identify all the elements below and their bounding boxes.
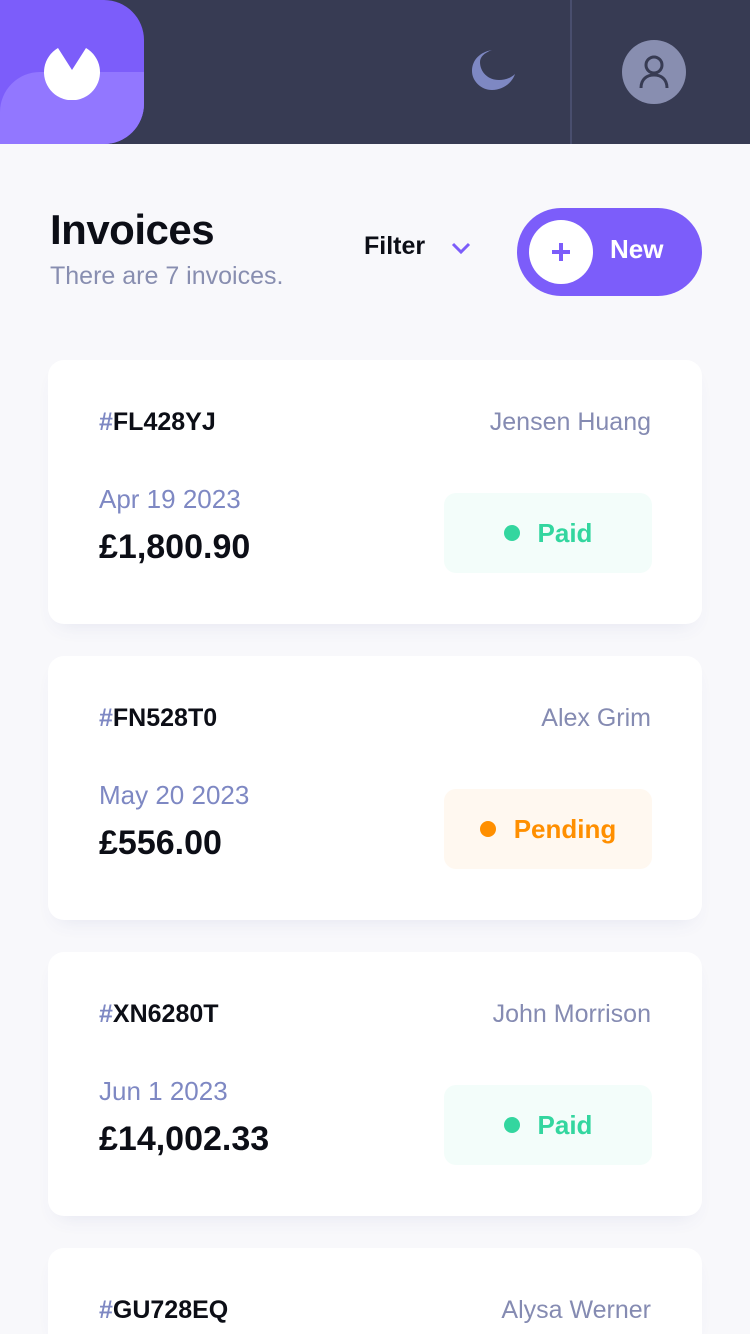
- moon-icon[interactable]: [472, 50, 516, 90]
- top-bar: [0, 0, 750, 144]
- header-divider: [570, 0, 572, 144]
- invoice-card[interactable]: #XN6280T John Morrison Jun 1 2023 £14,00…: [48, 952, 702, 1216]
- invoice-amount: £14,002.33: [99, 1120, 270, 1158]
- client-name: Jensen Huang: [489, 408, 651, 436]
- plus-circle: [529, 220, 593, 284]
- invoice-amount: £1,800.90: [99, 528, 251, 566]
- invoice-id: #FN528T0: [99, 704, 218, 732]
- invoice-id: #FL428YJ: [99, 408, 216, 436]
- logo[interactable]: [0, 0, 144, 144]
- client-name: Alysa Werner: [501, 1296, 651, 1324]
- avatar[interactable]: [622, 40, 686, 104]
- status-label: Pending: [513, 813, 617, 844]
- status-badge: Pending: [444, 789, 652, 869]
- new-invoice-button[interactable]: New: [517, 208, 702, 296]
- invoice-id: #XN6280T: [99, 1000, 219, 1028]
- filter-dropdown[interactable]: Filter: [364, 232, 471, 261]
- client-name: John Morrison: [492, 1000, 651, 1028]
- status-badge: Paid: [444, 1085, 652, 1165]
- invoice-id: #GU728EQ: [99, 1296, 229, 1324]
- invoice-card[interactable]: #FL428YJ Jensen Huang Apr 19 2023 £1,800…: [48, 360, 702, 624]
- status-label: Paid: [537, 1109, 593, 1140]
- page-title: Invoices: [50, 206, 215, 253]
- status-label: Paid: [537, 517, 593, 548]
- user-icon: [639, 55, 669, 89]
- chevron-down-icon: [452, 242, 471, 254]
- due-date: May 20 2023: [99, 780, 250, 810]
- filter-label: Filter: [364, 232, 426, 260]
- status-dot: [503, 1117, 520, 1133]
- due-date: Jun 1 2023: [99, 1076, 228, 1106]
- status-dot: [479, 821, 496, 837]
- invoice-card[interactable]: #GU728EQ Alysa Werner: [48, 1248, 702, 1334]
- client-name: Alex Grim: [541, 704, 651, 732]
- due-date: Apr 19 2023: [99, 484, 241, 514]
- plus-icon: [552, 243, 570, 261]
- status-badge: Paid: [444, 493, 652, 573]
- new-button-label: New: [610, 234, 664, 264]
- invoice-count: There are 7 invoices.: [50, 262, 284, 290]
- status-dot: [503, 525, 520, 541]
- invoice-card[interactable]: #FN528T0 Alex Grim May 20 2023 £556.00 P…: [48, 656, 702, 920]
- invoice-amount: £556.00: [99, 824, 222, 862]
- logo-icon: [44, 48, 100, 100]
